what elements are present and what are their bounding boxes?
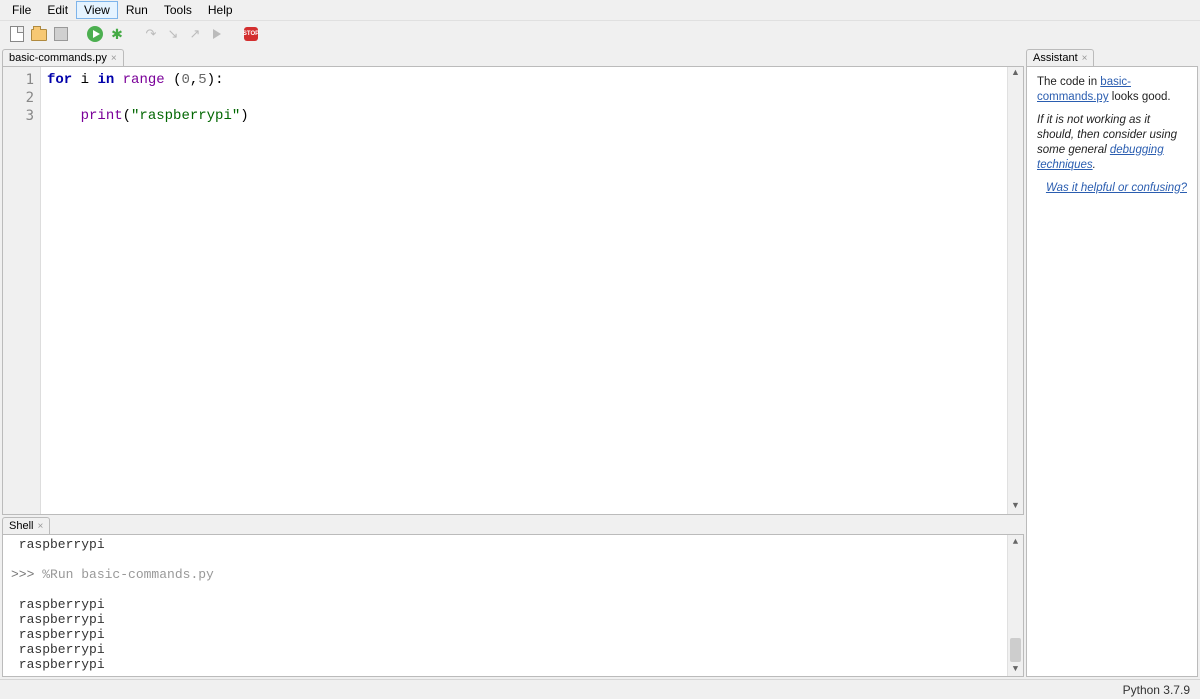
editor-panel: basic-commands.py × 1 2 3 for i in range… xyxy=(2,49,1024,515)
line-number: 2 xyxy=(11,89,34,107)
step-into-button[interactable]: ↘ xyxy=(164,25,182,43)
assistant-tab-label: Assistant xyxy=(1033,52,1078,64)
shell-output-line: raspberrypi xyxy=(11,627,1015,642)
save-icon xyxy=(54,27,68,41)
shell-blank xyxy=(11,552,1015,567)
shell-tab[interactable]: Shell × xyxy=(2,517,50,534)
line-number: 1 xyxy=(11,71,34,89)
menu-file[interactable]: File xyxy=(4,1,39,19)
shell-blank xyxy=(11,672,1015,677)
play-icon xyxy=(93,30,100,38)
assistant-body: The code in basic-commands.py looks good… xyxy=(1026,66,1198,677)
open-file-button[interactable] xyxy=(30,25,48,43)
step-out-icon: ↗ xyxy=(190,26,201,42)
shell-output-line: raspberrypi xyxy=(11,657,1015,672)
menu-run[interactable]: Run xyxy=(118,1,156,19)
shell-output-line: raspberrypi xyxy=(11,642,1015,657)
scroll-up-icon[interactable]: ▲ xyxy=(1008,67,1023,81)
code-area[interactable]: for i in range (0,5): print("raspberrypi… xyxy=(41,67,1007,514)
stop-button[interactable]: STOP xyxy=(242,25,260,43)
close-icon[interactable]: × xyxy=(111,53,117,64)
menu-edit[interactable]: Edit xyxy=(39,1,76,19)
bug-icon: ✱ xyxy=(111,26,123,43)
assistant-message: The code in basic-commands.py looks good… xyxy=(1037,75,1187,105)
scroll-down-icon[interactable]: ▼ xyxy=(1008,500,1023,514)
menubar: File Edit View Run Tools Help xyxy=(0,0,1200,21)
step-into-icon: ↘ xyxy=(168,26,179,42)
assistant-hint: If it is not working as it should, then … xyxy=(1037,113,1187,173)
new-file-icon xyxy=(10,26,24,42)
line-number: 3 xyxy=(11,107,34,125)
line-gutter: 1 2 3 xyxy=(3,67,41,514)
debug-button[interactable]: ✱ xyxy=(108,25,126,43)
shell-output-line: raspberrypi xyxy=(11,612,1015,627)
scroll-down-icon[interactable]: ▼ xyxy=(1008,662,1023,676)
menu-tools[interactable]: Tools xyxy=(156,1,200,19)
shell-output-line: raspberrypi xyxy=(11,537,1015,552)
step-over-button[interactable]: ↷ xyxy=(142,25,160,43)
menu-help[interactable]: Help xyxy=(200,1,241,19)
resume-button[interactable] xyxy=(208,25,226,43)
editor-tab[interactable]: basic-commands.py × xyxy=(2,49,124,66)
shell-tab-label: Shell xyxy=(9,520,33,532)
workspace: basic-commands.py × 1 2 3 for i in range… xyxy=(0,47,1200,679)
scroll-thumb[interactable] xyxy=(1010,638,1021,662)
toolbar: ✱ ↷ ↘ ↗ STOP xyxy=(0,21,1200,47)
feedback-link[interactable]: Was it helpful or confusing? xyxy=(1046,182,1187,194)
assistant-tab[interactable]: Assistant × xyxy=(1026,49,1094,66)
step-over-icon: ↷ xyxy=(146,26,157,42)
scroll-up-icon[interactable]: ▲ xyxy=(1008,535,1023,549)
stop-icon: STOP xyxy=(244,27,258,41)
open-folder-icon xyxy=(31,29,47,41)
shell-output-line: raspberrypi xyxy=(11,597,1015,612)
new-file-button[interactable] xyxy=(8,25,26,43)
assistant-feedback: Was it helpful or confusing? xyxy=(1037,181,1187,196)
shell-scrollbar[interactable]: ▲ ▼ xyxy=(1007,535,1023,676)
close-icon[interactable]: × xyxy=(1082,53,1088,64)
editor-scrollbar[interactable]: ▲ ▼ xyxy=(1007,67,1023,514)
menu-view[interactable]: View xyxy=(76,1,118,19)
shell-run-line: >>> %Run basic-commands.py xyxy=(11,567,1015,582)
shell-blank xyxy=(11,582,1015,597)
shell-body[interactable]: raspberrypi >>> %Run basic-commands.py r… xyxy=(2,534,1024,677)
editor-body[interactable]: 1 2 3 for i in range (0,5): print("raspb… xyxy=(2,66,1024,515)
statusbar: Python 3.7.9 xyxy=(0,679,1200,699)
python-version[interactable]: Python 3.7.9 xyxy=(1123,683,1190,697)
editor-tab-label: basic-commands.py xyxy=(9,52,107,64)
close-icon[interactable]: × xyxy=(37,521,43,532)
save-button[interactable] xyxy=(52,25,70,43)
run-button[interactable] xyxy=(86,25,104,43)
assistant-panel: Assistant × The code in basic-commands.p… xyxy=(1026,49,1198,677)
step-out-button[interactable]: ↗ xyxy=(186,25,204,43)
shell-panel: Shell × raspberrypi >>> %Run basic-comma… xyxy=(2,517,1024,677)
resume-icon xyxy=(213,29,221,39)
